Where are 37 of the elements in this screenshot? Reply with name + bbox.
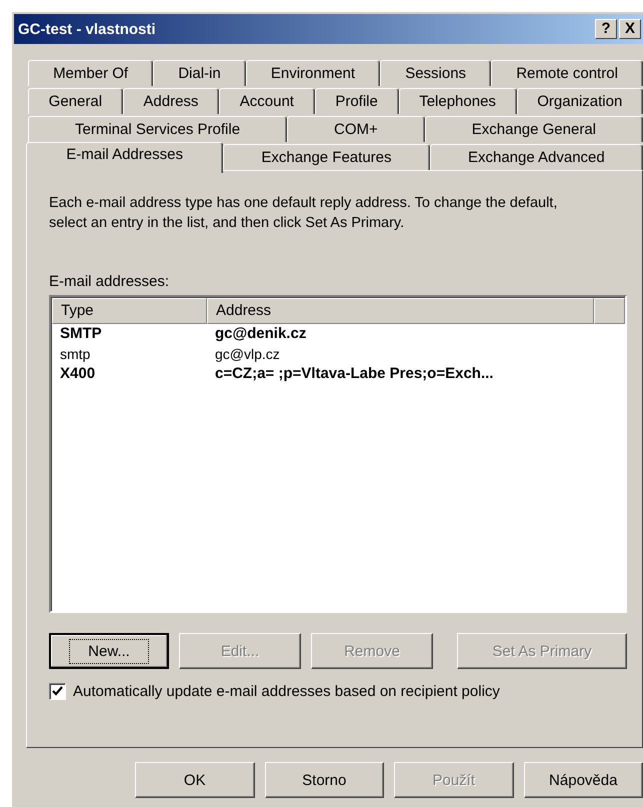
column-header[interactable]	[594, 298, 625, 324]
tab[interactable]: Sessions	[380, 60, 492, 86]
table-cell-text: X400	[59, 364, 96, 384]
help-button[interactable]: ?	[595, 19, 617, 39]
table-cell-text: c=CZ;a= ;p=Vltava-Labe Pres;o=Exch...	[214, 364, 494, 384]
table-cell-text: gc@vlp.cz	[214, 345, 280, 364]
tab[interactable]: Dial-in	[153, 60, 246, 86]
tab[interactable]: E-mail Addresses	[26, 142, 224, 173]
tab[interactable]: Exchange Features	[223, 144, 430, 170]
window-title: GC-test - vlastnosti	[17, 20, 156, 38]
tab[interactable]: General	[28, 88, 123, 114]
tab[interactable]: Exchange General	[424, 116, 643, 142]
tab[interactable]: COM+	[287, 116, 425, 142]
checkbox-label[interactable]: Automatically update e-mail addresses based on recipient policy	[73, 683, 500, 700]
table-cell-text: SMTP	[59, 324, 103, 344]
description-text: Each e-mail address type has one default reply address. To change the default, select an entry in the list, and then click Set As Primary.	[49, 194, 558, 233]
table-cell-text: smtp	[59, 345, 92, 364]
dialog-button[interactable]: OK	[135, 762, 254, 798]
checkbox[interactable]	[49, 683, 66, 700]
dialog-button[interactable]: Storno	[264, 762, 384, 798]
table-cell-text: gc@denik.cz	[214, 324, 306, 344]
tab[interactable]: Account	[219, 88, 315, 114]
tab[interactable]: Exchange Advanced	[430, 144, 643, 170]
close-button[interactable]: X	[619, 19, 641, 39]
column-header[interactable]: Type	[52, 298, 207, 324]
address-list[interactable]: Type Address SMTP gc@denik.cz smtp gc@vlp.cz X400 c=CZ;a= ;p=Vltava-Labe Pres;o=Exch...	[49, 295, 627, 613]
tab[interactable]: Member Of	[28, 60, 154, 86]
column-header[interactable]: Address	[207, 298, 594, 324]
tab[interactable]: Telephones	[398, 88, 517, 114]
list-button[interactable]: New...	[49, 633, 169, 669]
tab[interactable]: Organization	[516, 88, 643, 114]
dialog-button[interactable]: Nápověda	[524, 762, 643, 798]
tab[interactable]: Environment	[246, 60, 380, 86]
tab[interactable]: Remote control	[491, 60, 643, 86]
tab[interactable]: Address	[122, 88, 220, 114]
tab[interactable]: Profile	[314, 88, 399, 114]
list-label: E-mail addresses:	[49, 273, 170, 290]
